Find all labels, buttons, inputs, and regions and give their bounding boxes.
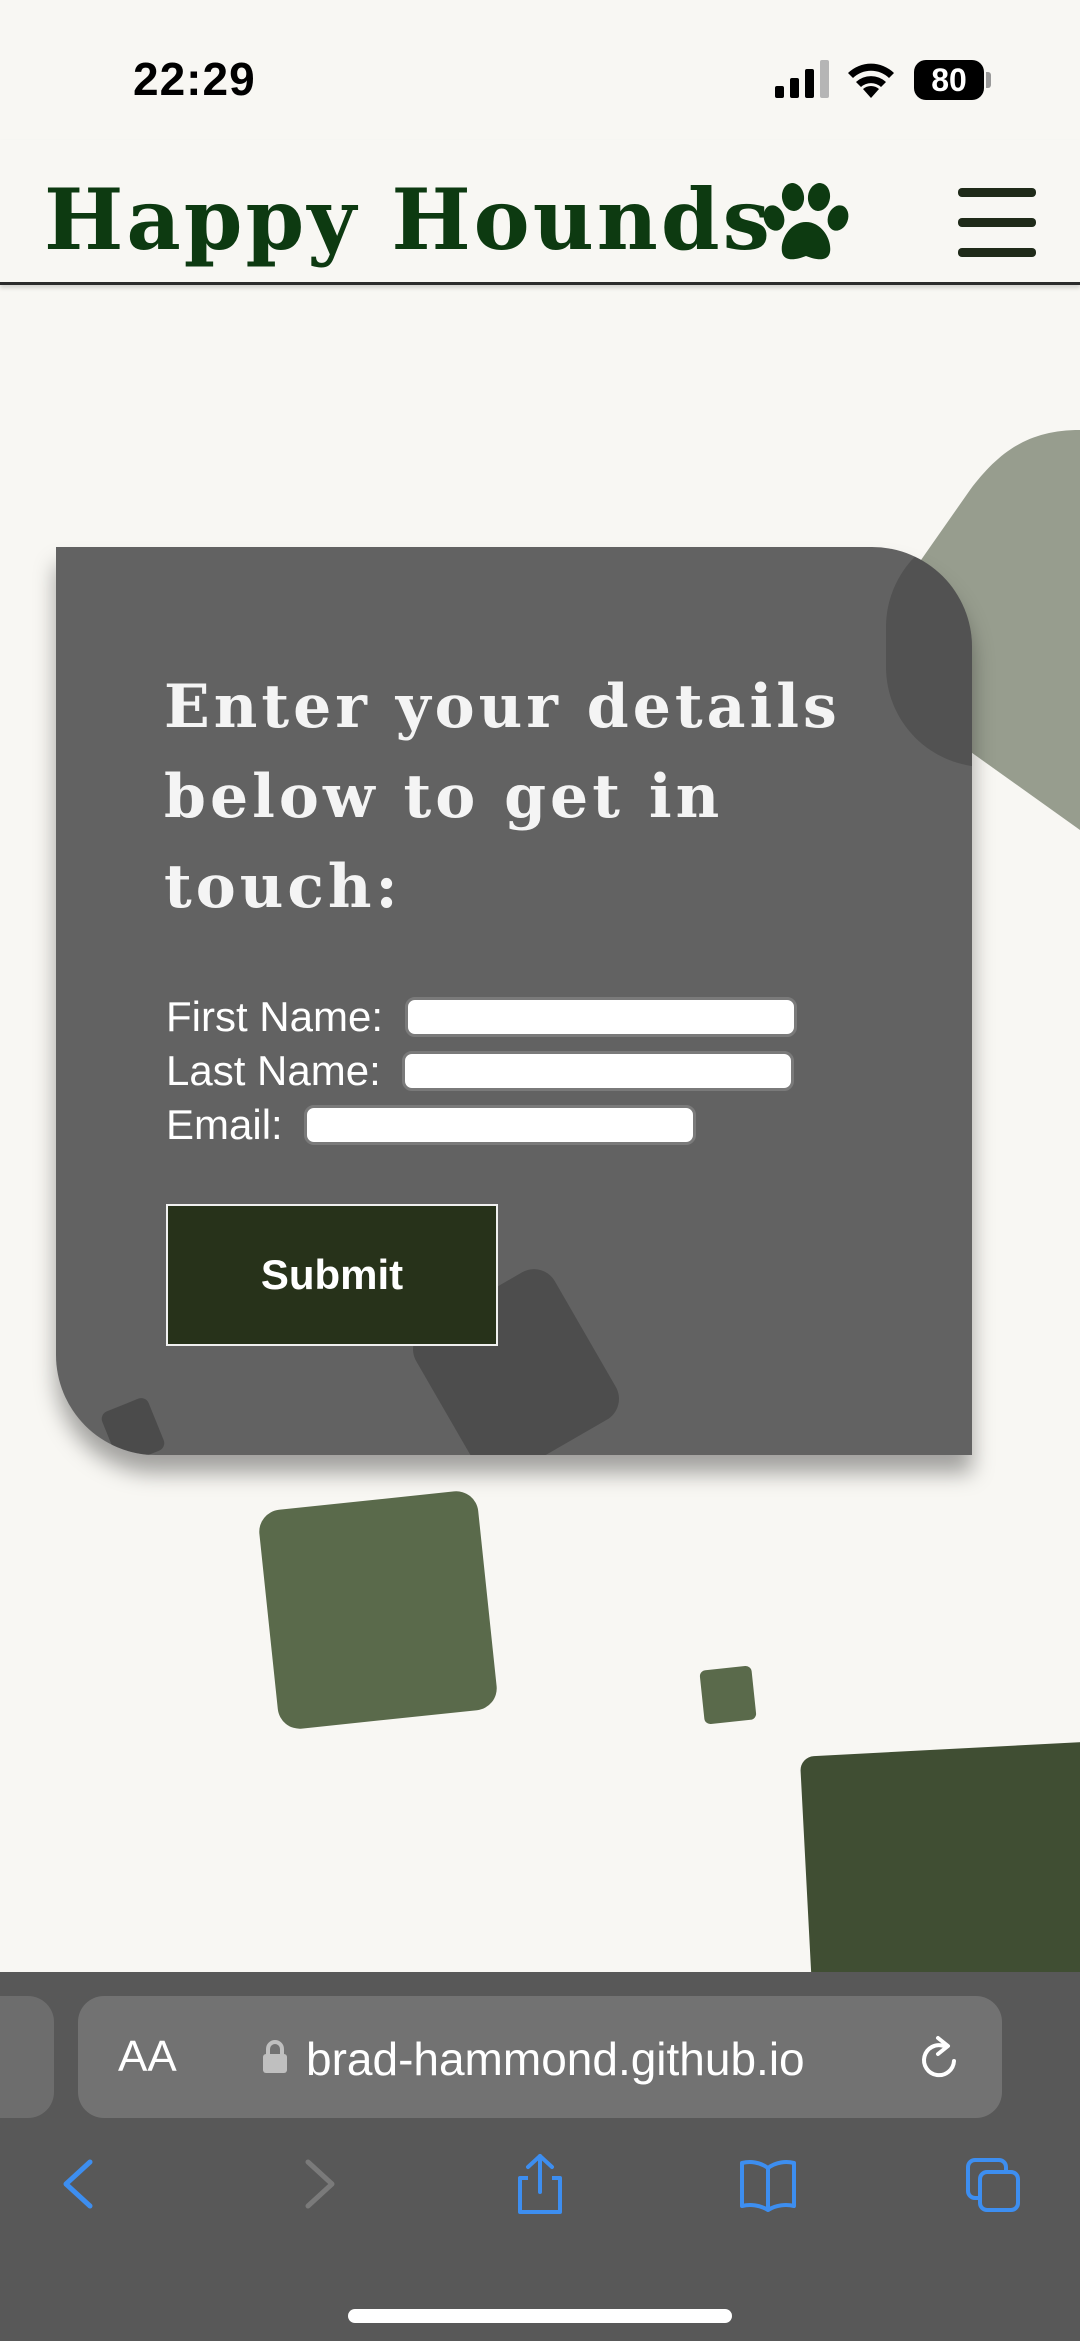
bookmarks-icon[interactable] (738, 2152, 798, 2216)
first-name-row: First Name: (166, 990, 797, 1041)
email-field[interactable] (304, 1104, 697, 1145)
text-size-label: AA (118, 2032, 177, 2081)
last-name-field[interactable] (402, 1050, 795, 1091)
lock-icon (263, 2040, 287, 2073)
status-time: 22:29 (133, 53, 256, 105)
reload-icon[interactable] (914, 2034, 964, 2084)
forward-icon[interactable] (286, 2152, 346, 2216)
contact-form-card: Enter your details below to get in touch… (56, 547, 972, 1455)
battery-indicator: 80 (914, 60, 984, 100)
back-icon[interactable] (52, 2152, 112, 2216)
share-icon[interactable] (510, 2152, 570, 2216)
form-title: Enter your details below to get in touch… (164, 672, 841, 922)
status-bar: 22:29 80 (0, 0, 1080, 140)
last-name-row: Last Name: (166, 1044, 795, 1095)
decorative-square-2 (699, 1665, 757, 1725)
home-indicator[interactable] (348, 2309, 732, 2323)
site-header: Happy Hounds (0, 140, 1080, 285)
decorative-square-1 (257, 1489, 499, 1731)
first-name-label: First Name: (166, 992, 384, 1040)
url-text: brad-hammond.github.io (306, 2033, 805, 2085)
address-bar[interactable]: AA brad-hammond.github.io (78, 1996, 1002, 2118)
card-overlay-shape (886, 547, 972, 767)
card-overlay-small-square (99, 1395, 167, 1455)
first-name-field[interactable] (404, 996, 797, 1037)
hamburger-menu-icon[interactable] (958, 188, 1036, 258)
wifi-icon (848, 63, 894, 98)
email-row: Email: (166, 1098, 697, 1149)
tabs-icon[interactable] (964, 2152, 1024, 2216)
submit-button[interactable]: Submit (166, 1204, 498, 1346)
browser-toolbar: AA brad-hammond.github.io (0, 1972, 1080, 2341)
previous-tab-stub[interactable] (0, 1996, 54, 2118)
text-size-button[interactable]: AA (118, 2032, 177, 2082)
paw-icon (763, 183, 849, 260)
battery-nub (986, 72, 991, 88)
brand-title[interactable]: Happy Hounds (44, 178, 773, 262)
cellular-signal-icon (775, 60, 829, 98)
last-name-label: Last Name: (166, 1046, 381, 1094)
email-label: Email: (166, 1100, 283, 1148)
